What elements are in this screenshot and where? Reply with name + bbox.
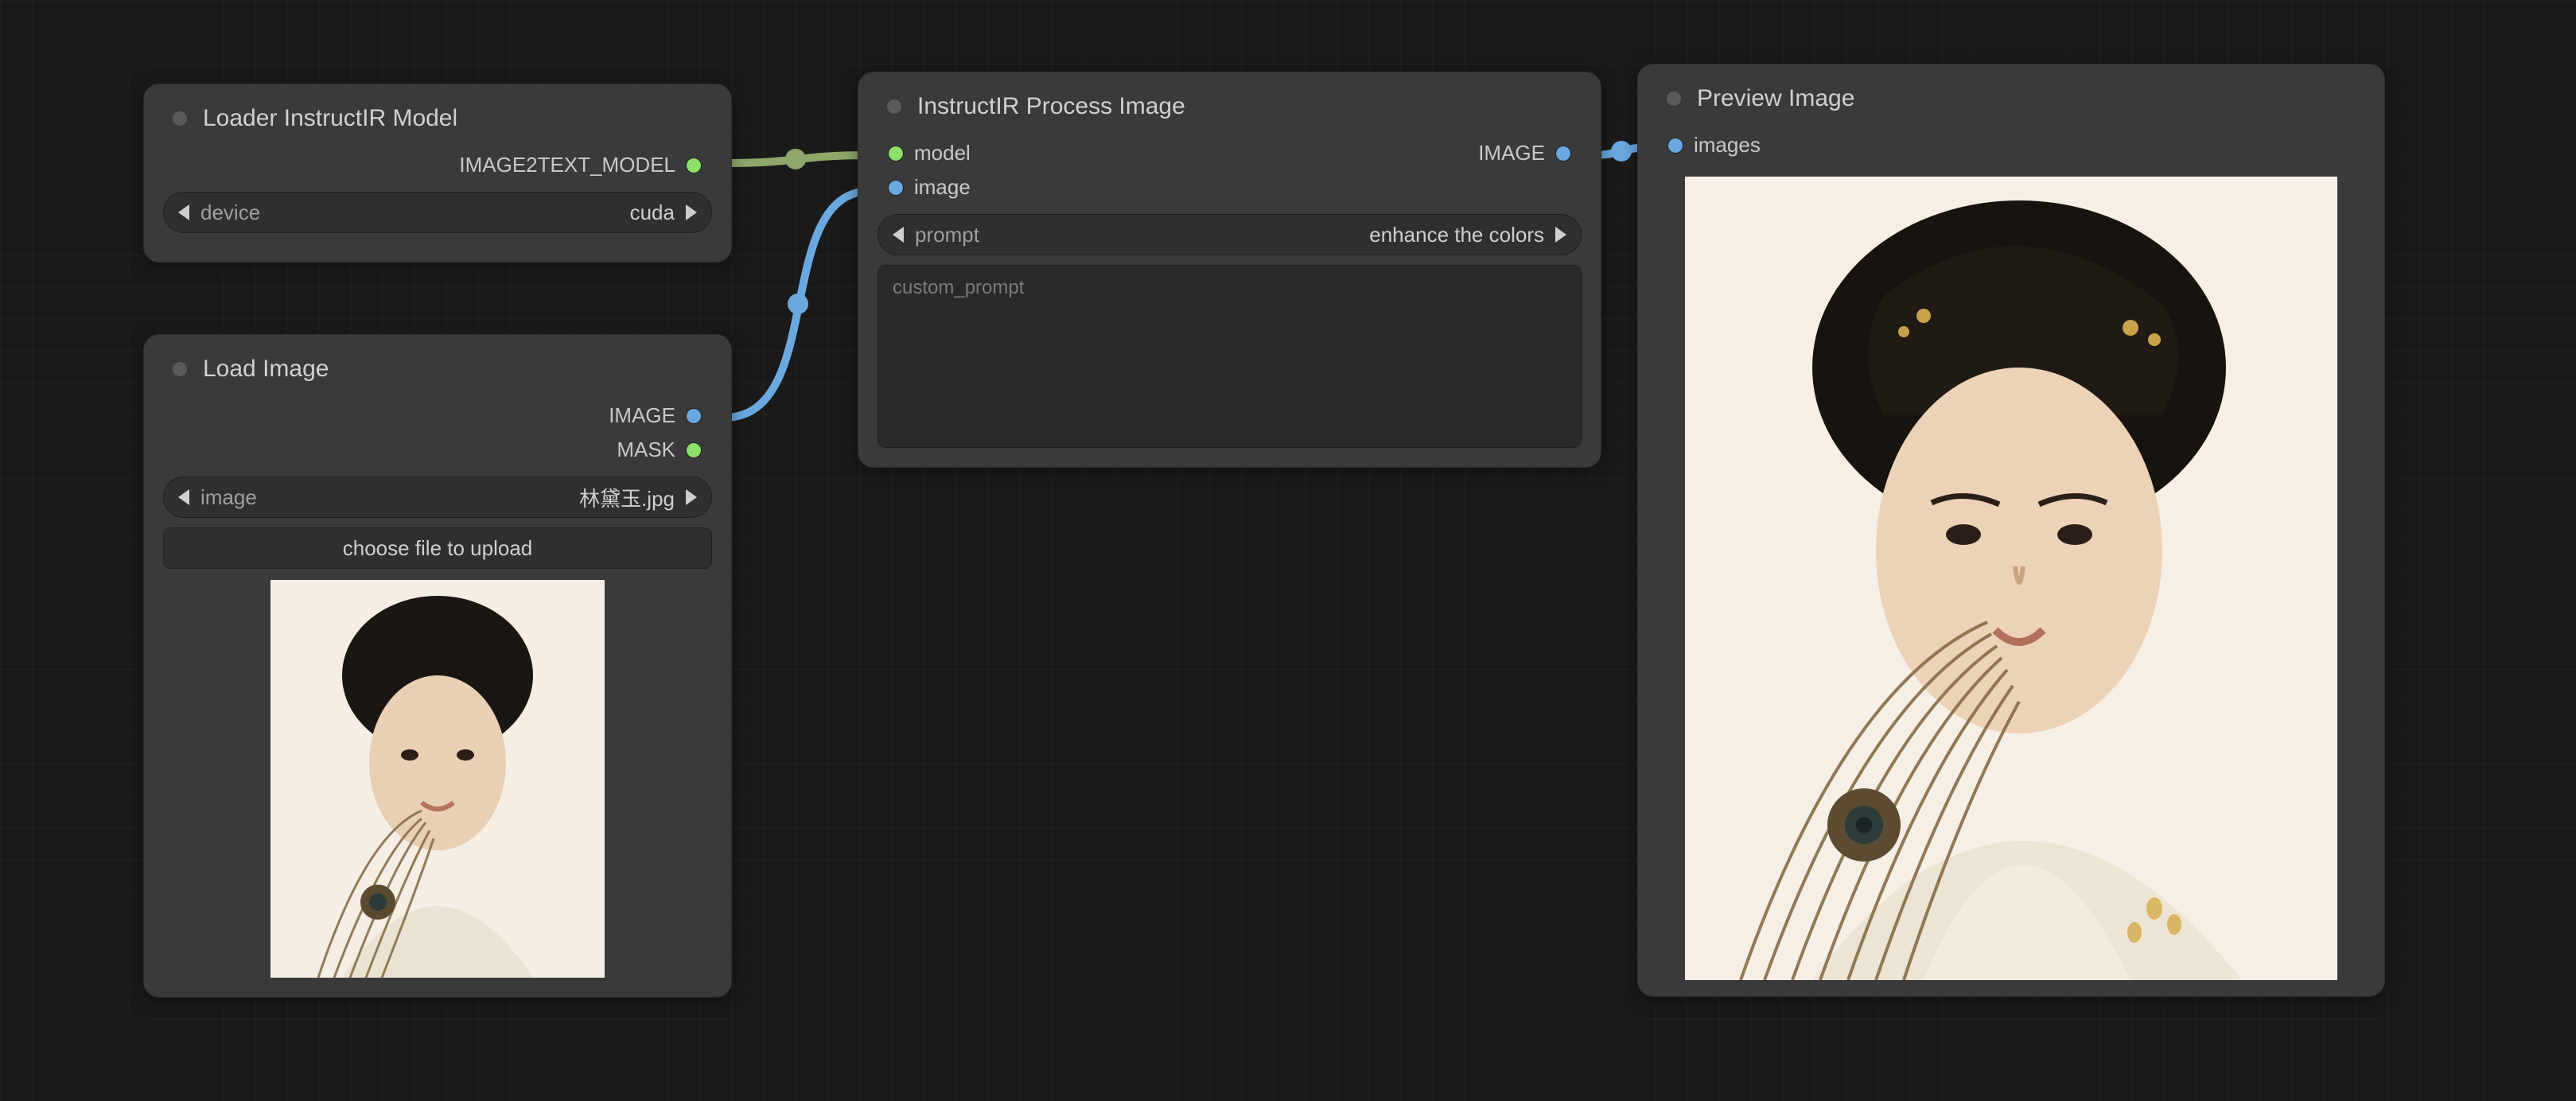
arrow-right-icon[interactable] xyxy=(1555,227,1566,243)
node-header[interactable]: InstructIR Process Image xyxy=(858,72,1601,136)
portrait-image-icon xyxy=(270,580,605,978)
input-slot-image[interactable]: image xyxy=(889,175,971,200)
output-slot-mask[interactable]: MASK xyxy=(617,438,701,462)
preview-output-image xyxy=(1638,177,2384,996)
arrow-left-icon[interactable] xyxy=(178,489,189,505)
device-selector[interactable]: device cuda xyxy=(163,192,712,233)
port-icon[interactable] xyxy=(687,409,701,423)
node-load-image[interactable]: Load Image IMAGE MASK image 林黛玉.jp xyxy=(143,334,732,998)
input-slot-images[interactable]: images xyxy=(1668,133,1761,158)
prompt-selector[interactable]: prompt enhance the colors xyxy=(877,214,1582,255)
port-icon[interactable] xyxy=(889,146,903,161)
input-slot-model[interactable]: model xyxy=(889,141,971,165)
arrow-left-icon[interactable] xyxy=(178,204,189,220)
arrow-right-icon[interactable] xyxy=(686,204,697,220)
node-loader-instructir-model[interactable]: Loader InstructIR Model IMAGE2TEXT_MODEL… xyxy=(143,84,732,263)
node-header[interactable]: Loader InstructIR Model xyxy=(144,84,731,148)
portrait-image-icon xyxy=(1685,177,2337,980)
collapse-toggle-icon[interactable] xyxy=(1667,91,1681,106)
collapse-toggle-icon[interactable] xyxy=(173,111,187,126)
node-header[interactable]: Preview Image xyxy=(1638,64,2384,128)
port-icon[interactable] xyxy=(687,443,701,457)
node-preview-image[interactable]: Preview Image images xyxy=(1637,64,2385,997)
node-header[interactable]: Load Image xyxy=(144,335,731,399)
node-title: InstructIR Process Image xyxy=(917,93,1185,120)
output-slot-model[interactable]: IMAGE2TEXT_MODEL xyxy=(459,153,701,177)
output-slot-image[interactable]: IMAGE xyxy=(1478,141,1570,165)
node-title: Load Image xyxy=(203,356,329,383)
node-graph-canvas[interactable]: Loader InstructIR Model IMAGE2TEXT_MODEL… xyxy=(0,0,2576,1101)
node-title: Preview Image xyxy=(1697,85,1854,112)
port-icon[interactable] xyxy=(1556,146,1570,161)
node-title: Loader InstructIR Model xyxy=(203,105,457,132)
image-selector[interactable]: image 林黛玉.jpg xyxy=(163,477,712,518)
arrow-right-icon[interactable] xyxy=(686,489,697,505)
port-icon[interactable] xyxy=(1668,138,1683,153)
port-icon[interactable] xyxy=(687,158,701,173)
arrow-left-icon[interactable] xyxy=(893,227,904,243)
node-instructir-process-image[interactable]: InstructIR Process Image model IMAGE ima… xyxy=(858,72,1601,468)
collapse-toggle-icon[interactable] xyxy=(173,362,187,376)
collapse-toggle-icon[interactable] xyxy=(887,99,901,114)
port-icon[interactable] xyxy=(889,181,903,195)
output-slot-image[interactable]: IMAGE xyxy=(609,403,701,428)
image-thumbnail xyxy=(163,580,712,978)
custom-prompt-textarea[interactable]: custom_prompt xyxy=(877,265,1582,448)
upload-button[interactable]: choose file to upload xyxy=(163,527,712,569)
